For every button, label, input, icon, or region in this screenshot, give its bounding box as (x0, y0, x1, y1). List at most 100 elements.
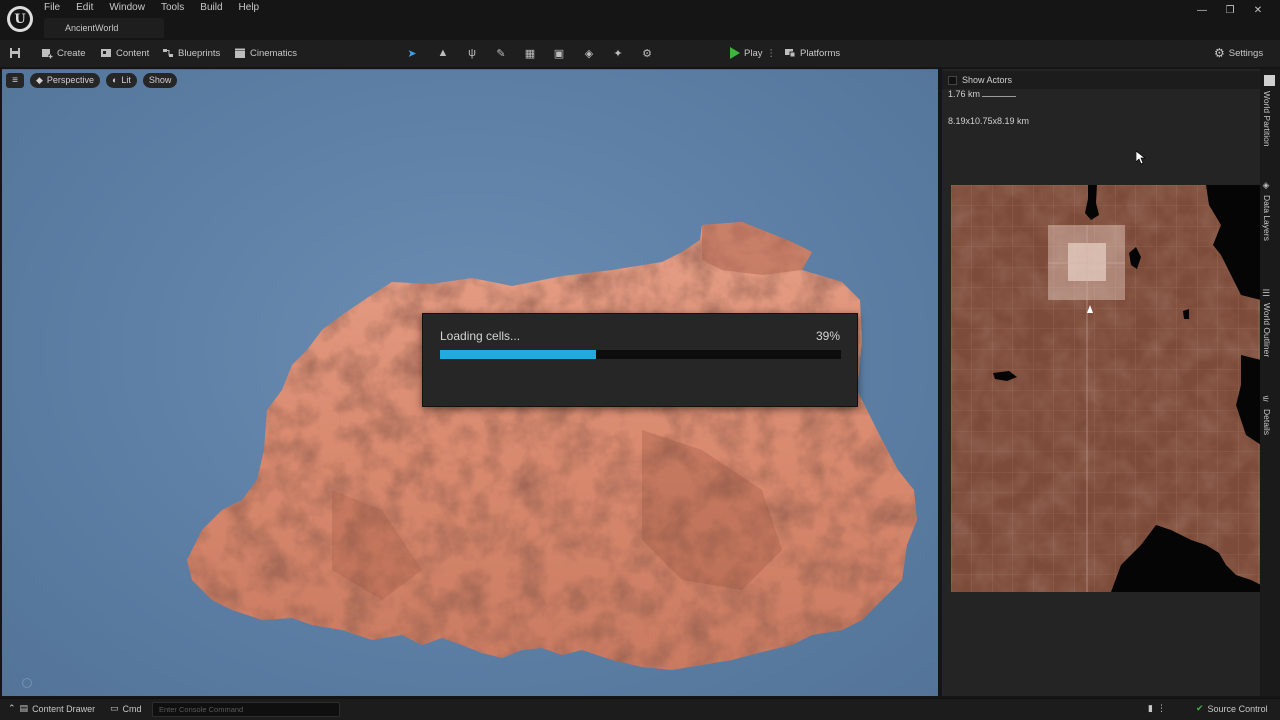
content-drawer-button[interactable]: ⌃ ▤ Content Drawer (8, 703, 95, 714)
tab-world-outliner[interactable]: ☰ World Outliner (1262, 289, 1272, 357)
chevron-up-icon: ⌃ (8, 703, 16, 713)
settings-label: Settings (1228, 47, 1264, 59)
menu-build[interactable]: Build (200, 2, 230, 14)
content-label: Content (116, 47, 150, 59)
cube-icon: ◆ (36, 75, 43, 85)
platforms-button[interactable]: Platforms (784, 45, 840, 61)
lit-button[interactable]: ◐ Lit (105, 73, 137, 88)
world-partition-minimap[interactable] (951, 185, 1261, 592)
gear-icon: ⚙ (1214, 46, 1225, 60)
main-toolbar: Create Content Blueprints Cinematics ➤ ▲… (0, 40, 1280, 67)
brush-edit-mode-icon[interactable]: ▣ (551, 45, 567, 61)
window-controls: — ❐ ✕ (1188, 2, 1272, 20)
bar-chart-icon: ▮ (1148, 703, 1153, 713)
animation-mode-icon[interactable]: ✦ (610, 45, 626, 61)
landscape-mode-icon[interactable]: ▲ (435, 45, 451, 61)
source-control-icon: ✔ (1196, 703, 1204, 713)
source-control-button[interactable]: ✔ Source Control (1196, 703, 1268, 714)
minimap-image (951, 185, 1261, 592)
fracture-mode-icon[interactable]: ▦ (522, 45, 538, 61)
menu-window[interactable]: Window (109, 2, 153, 14)
terminal-icon: ▭ (110, 703, 119, 713)
play-button[interactable]: Play ⋮ (730, 45, 776, 61)
create-icon (42, 49, 53, 59)
world-partition-panel: Show Actors 1.76 km 8.19x10.75x8.19 km (940, 69, 1262, 696)
world-dimensions-label: 8.19x10.75x8.19 km (948, 116, 1030, 126)
save-icon (10, 48, 20, 58)
loading-percent: 39% (815, 329, 840, 343)
restore-button[interactable]: ❐ (1216, 2, 1244, 20)
mouse-cursor-icon (1136, 151, 1146, 165)
main-menu: File Edit Window Tools Build Help (44, 2, 275, 14)
menu-file[interactable]: File (44, 2, 68, 14)
details-icon: ⚟ (1262, 395, 1272, 405)
show-button[interactable]: Show (142, 73, 178, 88)
play-options-icon[interactable]: ⋮ (766, 48, 776, 59)
unreal-logo-icon[interactable]: U (7, 6, 33, 32)
loading-message: Loading cells... (440, 329, 521, 343)
platforms-icon (785, 49, 796, 58)
tab-data-layers[interactable]: ◈ Data Layers (1262, 181, 1272, 241)
close-button[interactable]: ✕ (1244, 2, 1272, 20)
menu-edit[interactable]: Edit (76, 2, 101, 14)
content-icon (101, 49, 111, 57)
more-options-icon: ⋮ (1156, 703, 1166, 713)
status-bar: ⌃ ▤ Content Drawer ▭ Cmd Enter Console C… (0, 698, 1280, 720)
show-actors-label: Show Actors (962, 75, 1013, 85)
cmd-button[interactable]: ▭ Cmd (110, 703, 142, 714)
title-bar: U File Edit Window Tools Build Help Anci… (0, 0, 1280, 40)
loading-progress-fill (440, 350, 597, 359)
cinematics-button[interactable]: Cinematics (234, 45, 297, 61)
viewport-menu-icon[interactable]: ≡ (6, 73, 24, 88)
viewport-toolbar: ≡ ◆ Perspective ◐ Lit Show (6, 73, 178, 88)
source-control-label: Source Control (1207, 703, 1268, 714)
perspective-label: Perspective (46, 75, 94, 85)
modeling-mode-icon[interactable]: ◈ (581, 45, 597, 61)
viewport-corner-icon (22, 678, 32, 688)
content-button[interactable]: Content (100, 45, 149, 61)
side-tab-strip: World Partition ◈ Data Layers ☰ World Ou… (1260, 69, 1280, 696)
create-label: Create (57, 47, 86, 59)
outliner-icon: ☰ (1262, 289, 1272, 299)
map-scale-bar (982, 96, 1016, 97)
mesh-paint-mode-icon[interactable]: ✎ (493, 45, 509, 61)
lit-label: Lit (121, 75, 131, 85)
show-actors-row[interactable]: Show Actors (942, 71, 1262, 89)
tab-details-label: Details (1262, 409, 1272, 435)
drawer-icon: ▤ (19, 703, 29, 713)
select-mode-icon[interactable]: ➤ (404, 45, 420, 61)
blueprints-button[interactable]: Blueprints (162, 45, 220, 61)
tab-world-partition-label: World Partition (1262, 91, 1272, 147)
minimize-button[interactable]: — (1188, 2, 1216, 20)
save-button[interactable] (9, 45, 21, 61)
menu-tools[interactable]: Tools (161, 2, 192, 14)
lit-icon: ◐ (111, 75, 118, 85)
tab-details[interactable]: ⚟ Details (1262, 395, 1272, 435)
cmd-label: Cmd (122, 703, 142, 714)
create-button[interactable]: Create (41, 45, 86, 61)
tab-data-layers-label: Data Layers (1262, 195, 1272, 241)
play-icon (730, 47, 740, 59)
tab-world-outliner-label: World Outliner (1262, 303, 1272, 358)
foliage-mode-icon[interactable]: ψ (464, 45, 480, 61)
show-actors-checkbox[interactable] (948, 75, 957, 85)
map-scale-label: 1.76 km (948, 89, 981, 99)
geometry-mode-icon[interactable]: ⚙ (639, 45, 655, 61)
perspective-button[interactable]: ◆ Perspective (30, 73, 100, 88)
console-command-input[interactable]: Enter Console Command (152, 702, 340, 717)
menu-help[interactable]: Help (239, 2, 268, 14)
platforms-label: Platforms (800, 47, 841, 59)
show-label: Show (148, 75, 172, 85)
layers-icon: ◈ (1262, 181, 1272, 191)
play-label: Play (744, 47, 763, 59)
content-drawer-label: Content Drawer (32, 703, 96, 714)
loading-cells-dialog: Loading cells... 39% (422, 313, 858, 407)
tab-world-partition[interactable]: World Partition (1262, 91, 1272, 147)
blueprints-label: Blueprints (178, 47, 221, 59)
project-tab[interactable]: AncientWorld (44, 18, 164, 38)
derived-data-icon[interactable]: ▮ ⋮ (1148, 703, 1166, 714)
blueprints-icon (163, 49, 173, 57)
cinematics-label: Cinematics (250, 47, 297, 59)
scrollbar-thumb[interactable] (1264, 75, 1275, 86)
settings-button[interactable]: ⚙ Settings (1214, 45, 1263, 61)
